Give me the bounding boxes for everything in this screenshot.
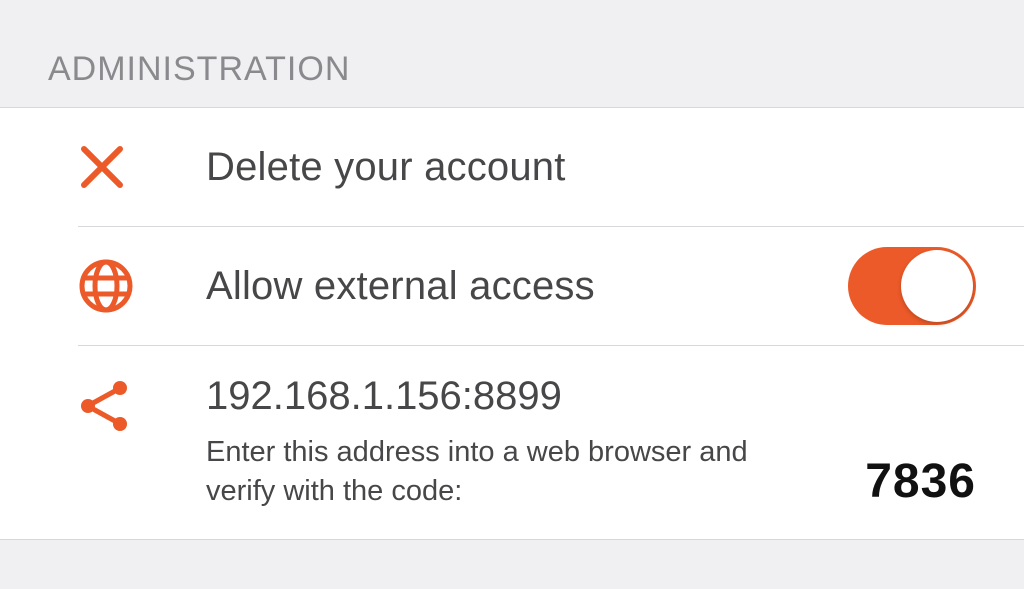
row-share-address[interactable]: 192.168.1.156:8899 Enter this address in…	[0, 346, 1024, 539]
x-icon	[0, 143, 206, 191]
row-label: Allow external access	[206, 264, 848, 309]
section-header-administration: ADMINISTRATION	[0, 0, 1024, 107]
row-label: Delete your account	[206, 145, 976, 190]
verification-code: 7836	[865, 454, 976, 511]
share-address-text: 192.168.1.156:8899	[206, 374, 865, 419]
row-allow-external-access[interactable]: Allow external access	[0, 227, 1024, 345]
share-instruction-text: Enter this address into a web browser an…	[206, 433, 766, 511]
settings-list: Delete your account Allow external acces…	[0, 107, 1024, 540]
share-icon	[0, 374, 206, 434]
external-access-toggle[interactable]	[848, 247, 976, 325]
toggle-knob	[901, 250, 973, 322]
globe-icon	[0, 258, 206, 314]
row-delete-account[interactable]: Delete your account	[0, 108, 1024, 226]
